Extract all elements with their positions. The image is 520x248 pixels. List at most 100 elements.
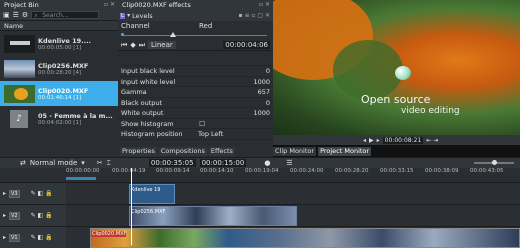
timeline-clip[interactable]: Clip0256.MXF (129, 206, 297, 226)
track-buttons-icon[interactable]: ✎ ◧ 🔒 (31, 190, 53, 197)
track-header[interactable]: ▸ V2 ✎ ◧ 🔒 (0, 205, 66, 226)
clip-label: Kdenlive 19 (131, 187, 161, 193)
channel-row: Channel Red (118, 21, 273, 31)
clip-name: Clip0256.MXF (38, 61, 89, 70)
slider-handle[interactable] (170, 32, 176, 37)
panel-buttons-icon[interactable]: ▫ ✕ (104, 0, 115, 10)
next-keyframe-icon[interactable]: ⏭ (139, 41, 145, 50)
mode-select[interactable]: Normal mode (30, 159, 77, 167)
ruler-label: 00:00:33:15 (380, 168, 414, 174)
effect-header[interactable]: L ▾ Levels ▪ ≡ ▫ ▢ ✕ (118, 10, 273, 21)
clip-duration: 00:00:05:00 [1] (38, 44, 82, 51)
timeline-ruler[interactable]: 00:00:00:00 00:00:04:19 00:00:09:14 00:0… (0, 168, 520, 182)
param-value[interactable]: 1000 (253, 77, 270, 87)
param-label: Gamma (121, 88, 147, 96)
zoom-slider[interactable] (474, 160, 514, 165)
zone-icon[interactable]: ⇤ ⇥ (426, 137, 438, 144)
cut-icon[interactable]: ✂ (97, 159, 103, 167)
clip-name: Clip0020.MXF (38, 86, 89, 95)
param-value[interactable]: 657 (258, 87, 270, 97)
histogram-position-select[interactable]: Top Left (198, 129, 223, 139)
collapse-icon[interactable]: ▸ (3, 212, 6, 219)
clip-item-selected[interactable]: Clip0020.MXF 00:01:46:14 [1] (0, 81, 118, 106)
collapse-icon[interactable]: ▾ (127, 12, 130, 19)
add-clip-icon[interactable]: ▣ (3, 11, 10, 19)
track-header[interactable]: ▸ V3 ✎ ◧ 🔒 (0, 183, 66, 204)
monitor-video[interactable]: Open source video editing (273, 0, 520, 135)
tab-effects[interactable]: Effects (208, 147, 235, 156)
droplet-icon (395, 66, 411, 80)
clip-item[interactable]: Clip0256.MXF 00:00:28:20 [4] (0, 56, 118, 81)
end-timecode[interactable]: 00:00:15:00 (199, 159, 247, 167)
position-timecode[interactable]: 00:00:35:05 (148, 159, 196, 167)
add-keyframe-icon[interactable]: ◆ (130, 41, 135, 49)
menu-icon[interactable]: ☰ (13, 11, 19, 19)
collapse-icon[interactable]: ▸ (3, 234, 6, 241)
ruler-label: 00:00:00:00 (66, 168, 100, 174)
clip-item[interactable]: ♪ 05 - Femme à la m... 00:04:02:00 [1] (0, 106, 118, 131)
column-header-name[interactable]: Name (0, 21, 118, 31)
tab-compositions[interactable]: Compositions (158, 147, 207, 156)
histogram-position-row[interactable]: Histogram position Top Left (118, 129, 273, 140)
param-row[interactable]: White output 1000 (118, 108, 273, 119)
mode-icon[interactable]: ⇄ (20, 159, 26, 167)
tab-clip-monitor[interactable]: Clip Monitor (273, 147, 317, 156)
panel-buttons-icon[interactable]: ▫ ✕ (259, 0, 270, 10)
monitor-timecode[interactable]: 00:00:08:21 (382, 136, 424, 144)
track-label: V3 (9, 189, 20, 198)
effects-panel: Clip0020.MXF effects ▫ ✕ L ▾ Levels ▪ ≡ ▫… (118, 0, 273, 157)
param-row[interactable]: Gamma 657 (118, 87, 273, 98)
clip-name: Kdenlive 19.... (38, 36, 92, 45)
effects-panel-title: Clip0020.MXF effects ▫ ✕ (118, 0, 273, 10)
chevron-down-icon[interactable]: ▾ (81, 159, 85, 167)
timeline-toolbar: ⇄ Normal mode ▾ ✂ ⌶ 00:00:35:05 00:00:15… (0, 157, 520, 168)
marker-icon[interactable]: ● (264, 159, 270, 167)
tab-project-monitor[interactable]: Project Monitor (318, 147, 372, 156)
channel-select[interactable]: Red (199, 22, 212, 30)
overlay-text-line2: video editing (401, 106, 460, 116)
checkbox-icon[interactable]: ☐ (199, 119, 205, 129)
keyframe-slider[interactable] (118, 31, 273, 40)
project-bin-title: Project Bin ▫ ✕ (0, 0, 118, 10)
param-value[interactable]: 1000 (253, 108, 270, 118)
ruler-label: 00:00:24:00 (290, 168, 324, 174)
rewind-icon[interactable]: ◂ (363, 137, 366, 144)
snap-icon[interactable]: ⌶ (107, 159, 111, 168)
effect-timecode[interactable]: 00:00:04:06 (223, 41, 270, 49)
histogram-position-label: Histogram position (121, 130, 183, 138)
param-label: Input black level (121, 67, 175, 75)
play-icon[interactable]: ▶ (369, 137, 374, 144)
show-histogram-row[interactable]: Show histogram ☐ (118, 119, 273, 129)
project-bin-toolbar: ▣ ☰ ⚙ ⌕ Search... (0, 10, 118, 21)
prev-keyframe-icon[interactable]: ⏮ (121, 41, 127, 50)
effect-icon: L (120, 12, 126, 19)
ruler-label: 00:00:04:19 (112, 168, 146, 174)
clip-item[interactable]: Kdenlive 19.... 00:00:05:00 [1] (0, 31, 118, 56)
tab-properties[interactable]: Properties (120, 147, 157, 156)
playhead[interactable] (131, 168, 132, 245)
param-value[interactable]: 0 (266, 66, 270, 76)
clip-label: Clip0256.MXF (131, 209, 166, 215)
menu-icon[interactable]: ☰ (286, 159, 292, 167)
timeline-clip[interactable]: Kdenlive 19 (129, 184, 175, 204)
collapse-icon[interactable]: ▸ (3, 190, 6, 197)
ruler-label: 00:00:43:05 (470, 168, 504, 174)
param-row[interactable]: Input white level 1000 (118, 77, 273, 87)
param-row[interactable]: Black output 0 (118, 98, 273, 108)
track-buttons-icon[interactable]: ✎ ◧ 🔒 (31, 212, 53, 219)
param-label: Black output (121, 98, 163, 107)
clip-duration: 00:04:02:00 [1] (38, 119, 82, 126)
search-input[interactable]: ⌕ Search... (31, 11, 100, 19)
param-row[interactable]: Input black level 0 (118, 66, 273, 77)
param-value[interactable]: 0 (266, 98, 270, 108)
forward-icon[interactable]: ▸ (377, 137, 380, 144)
zone-bar[interactable] (66, 177, 96, 180)
settings-icon[interactable]: ⚙ (22, 11, 28, 19)
track-buttons-icon[interactable]: ✎ ◧ 🔒 (31, 234, 53, 241)
overlay-text-line1: Open source (361, 93, 431, 106)
effect-buttons-icon[interactable]: ▪ ≡ ▫ ▢ ✕ (239, 12, 271, 19)
interpolation-select[interactable]: Linear (148, 41, 176, 49)
spacer (118, 51, 273, 66)
ruler-label: 00:00:28:20 (335, 168, 369, 174)
timeline-clip[interactable]: Clip0020.MXF (90, 228, 520, 248)
